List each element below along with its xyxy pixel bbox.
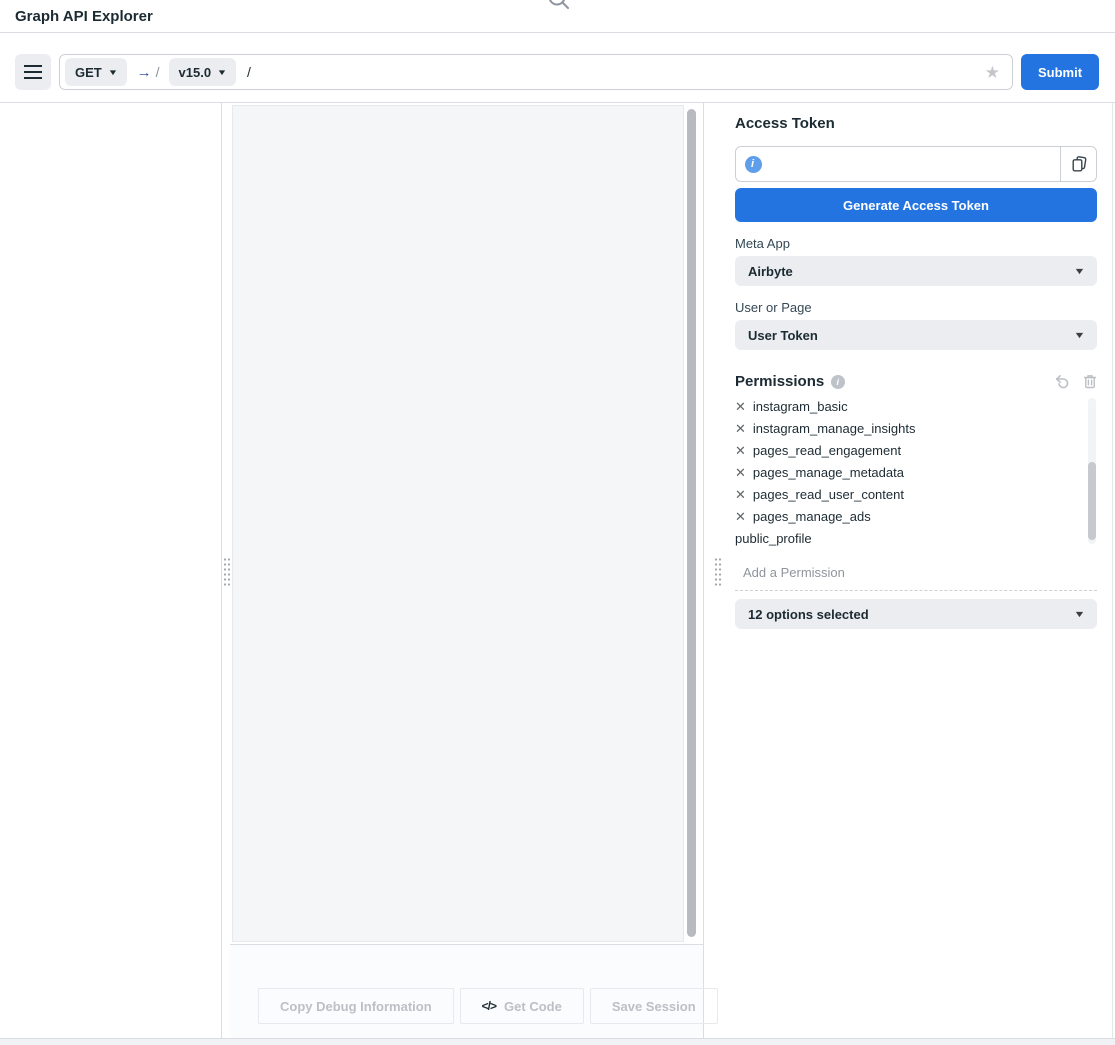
chevron-down-icon: ▼ bbox=[107, 68, 118, 77]
permission-item: ✕ pages_read_engagement bbox=[735, 439, 1097, 461]
remove-permission-icon[interactable]: ✕ bbox=[735, 444, 746, 457]
add-permission-field bbox=[735, 564, 1097, 582]
main-area: Copy Debug Information </> Get Code Save… bbox=[0, 103, 1115, 1038]
meta-app-label: Meta App bbox=[735, 236, 1097, 251]
permissions-header: Permissions i bbox=[735, 373, 1097, 390]
generate-access-token-button[interactable]: Generate Access Token bbox=[735, 188, 1097, 222]
response-panel: Copy Debug Information </> Get Code Save… bbox=[230, 103, 704, 1038]
access-token-field-wrap: i bbox=[735, 146, 1061, 182]
user-or-page-select[interactable]: User Token ▼ bbox=[735, 320, 1097, 350]
chevron-down-icon: ▼ bbox=[217, 68, 228, 77]
clear-permissions-button[interactable] bbox=[1083, 374, 1097, 389]
chevron-down-icon: ▼ bbox=[1073, 266, 1085, 276]
access-token-input[interactable] bbox=[770, 147, 1060, 181]
get-code-button[interactable]: </> Get Code bbox=[460, 988, 584, 1024]
chevron-down-icon: ▼ bbox=[1073, 330, 1085, 340]
version-dropdown[interactable]: v15.0 ▼ bbox=[169, 58, 236, 86]
permission-item: ✕ pages_manage_metadata bbox=[735, 461, 1097, 483]
meta-app-value: Airbyte bbox=[748, 264, 793, 279]
user-or-page-label: User or Page bbox=[735, 300, 1097, 315]
arrow-right-icon: → bbox=[137, 64, 152, 81]
access-token-row: i bbox=[735, 146, 1097, 182]
permissions-options-select[interactable]: 12 options selected ▼ bbox=[735, 599, 1097, 629]
remove-permission-icon[interactable]: ✕ bbox=[735, 422, 746, 435]
permission-item: ✕ instagram_manage_insights bbox=[735, 417, 1097, 439]
response-scrollbar[interactable] bbox=[687, 109, 696, 937]
copy-token-button[interactable] bbox=[1060, 146, 1097, 182]
url-slash: / bbox=[156, 64, 160, 80]
options-selected-label: 12 options selected bbox=[748, 607, 869, 622]
permissions-divider bbox=[735, 590, 1097, 591]
user-or-page-value: User Token bbox=[748, 328, 818, 343]
submit-button[interactable]: Submit bbox=[1021, 54, 1099, 90]
menu-icon[interactable] bbox=[15, 54, 51, 90]
meta-app-select[interactable]: Airbyte ▼ bbox=[735, 256, 1097, 286]
remove-permission-icon[interactable]: ✕ bbox=[735, 466, 746, 479]
right-resize-handle[interactable] bbox=[714, 557, 722, 588]
permission-item: public_profile bbox=[735, 527, 1097, 546]
request-path[interactable]: / bbox=[247, 64, 251, 80]
copy-debug-button[interactable]: Copy Debug Information bbox=[258, 988, 454, 1024]
permissions-scrollbar[interactable] bbox=[1088, 462, 1096, 540]
bottom-edge-strip bbox=[0, 1038, 1115, 1045]
add-permission-input[interactable] bbox=[743, 565, 1097, 580]
method-dropdown[interactable]: GET ▼ bbox=[65, 58, 127, 86]
method-label: GET bbox=[75, 65, 102, 80]
undo-icon bbox=[1054, 374, 1070, 390]
response-footer: Copy Debug Information </> Get Code Save… bbox=[230, 945, 703, 1038]
save-session-button[interactable]: Save Session bbox=[590, 988, 718, 1024]
copy-icon bbox=[1070, 155, 1088, 173]
remove-permission-icon[interactable]: ✕ bbox=[735, 510, 746, 523]
permission-item: ✕ pages_manage_ads bbox=[735, 505, 1097, 527]
token-info-icon[interactable]: i bbox=[745, 156, 762, 173]
app-header: Graph API Explorer bbox=[0, 0, 1115, 33]
fields-sidebar bbox=[0, 103, 222, 1038]
response-area bbox=[230, 103, 703, 945]
trash-icon bbox=[1083, 374, 1097, 389]
permissions-info-icon[interactable]: i bbox=[831, 375, 845, 389]
favorite-star-icon[interactable]: ★ bbox=[985, 64, 1000, 81]
request-bar[interactable]: GET ▼ → / v15.0 ▼ / ★ bbox=[59, 54, 1013, 90]
chevron-down-icon: ▼ bbox=[1073, 609, 1085, 619]
page-title: Graph API Explorer bbox=[15, 8, 153, 25]
remove-permission-icon[interactable]: ✕ bbox=[735, 400, 746, 413]
undo-permissions-button[interactable] bbox=[1054, 374, 1070, 390]
remove-permission-icon[interactable]: ✕ bbox=[735, 488, 746, 501]
permissions-title: Permissions bbox=[735, 373, 824, 390]
code-icon: </> bbox=[482, 999, 496, 1013]
response-viewer[interactable] bbox=[232, 105, 684, 942]
permission-item: ✕ instagram_basic bbox=[735, 398, 1097, 417]
search-icon[interactable] bbox=[546, 0, 572, 12]
access-token-title: Access Token bbox=[735, 115, 1097, 132]
permissions-list: ✕ instagram_basic ✕ instagram_manage_ins… bbox=[735, 398, 1097, 546]
token-sidebar: Access Token i Generate Access Token Met… bbox=[722, 103, 1113, 1038]
request-toolbar: GET ▼ → / v15.0 ▼ / ★ Submit bbox=[0, 34, 1115, 103]
permission-item: ✕ pages_read_user_content bbox=[735, 483, 1097, 505]
version-label: v15.0 bbox=[179, 65, 212, 80]
